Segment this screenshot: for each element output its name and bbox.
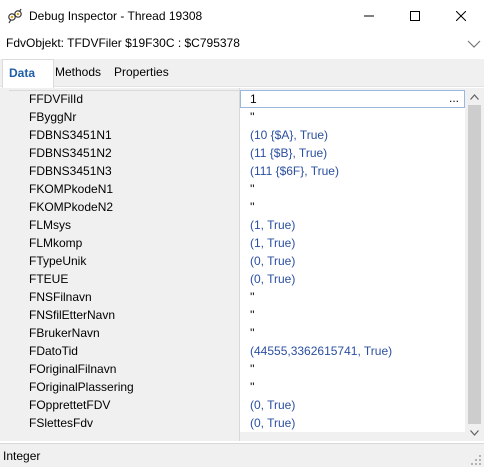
field-value[interactable]: (10 {$A}, True) (240, 126, 465, 144)
table-row[interactable]: FDBNS3451N1 (10 {$A}, True) (9, 126, 465, 144)
field-value[interactable]: (0, True) (240, 252, 465, 270)
status-type: Integer (3, 449, 41, 463)
field-name[interactable]: FByggNr (9, 108, 239, 126)
table-row[interactable]: FKOMPkodeN1 '' (9, 180, 465, 198)
field-name[interactable]: FKOMPkodeN1 (9, 180, 239, 198)
field-value[interactable]: (111 {$6F}, True) (240, 162, 465, 180)
field-value[interactable]: (1, True) (240, 216, 465, 234)
vertical-scrollbar[interactable] (465, 88, 484, 441)
grid-rows: FFDVFilId 1 ... FByggNr '' FDBNS3451N1 (… (9, 90, 465, 432)
field-value-editor[interactable]: 1 ... (240, 90, 465, 108)
field-value[interactable]: '' (240, 288, 465, 306)
resize-grip-icon[interactable] (470, 454, 482, 466)
field-name[interactable]: FNSFilnavn (9, 288, 239, 306)
field-value[interactable]: '' (240, 198, 465, 216)
field-value[interactable]: '' (240, 324, 465, 342)
tab-properties[interactable]: Properties (108, 59, 175, 86)
table-row[interactable]: FNSfilEtterNavn '' (9, 306, 465, 324)
minimize-icon (364, 15, 374, 16)
table-row[interactable]: FByggNr '' (9, 108, 465, 126)
field-name[interactable]: FTypeUnik (9, 252, 239, 270)
debug-inspector-icon[interactable] (7, 8, 23, 24)
table-row[interactable]: FTypeUnik (0, True) (9, 252, 465, 270)
field-name[interactable]: FBrukerNavn (9, 324, 239, 342)
table-row[interactable]: FDatoTid (44555,3362615741, True) (9, 342, 465, 360)
field-name[interactable]: FLMsys (9, 216, 239, 234)
scroll-up-button[interactable] (465, 88, 484, 105)
close-button[interactable] (438, 0, 484, 31)
table-row[interactable]: FLMkomp (1, True) (9, 234, 465, 252)
inspector-tabs: Data Methods Properties (0, 59, 484, 88)
table-row[interactable]: FSlettesFdv (0, True) (9, 414, 465, 432)
field-name[interactable]: FOriginalPlassering (9, 378, 239, 396)
chevron-down-icon (470, 429, 479, 436)
table-row[interactable]: FBrukerNavn '' (9, 324, 465, 342)
debug-inspector-window: Debug Inspector - Thread 19308 FdvObjekt… (0, 0, 484, 467)
field-name[interactable]: FSlettesFdv (9, 414, 239, 432)
field-name[interactable]: FTEUE (9, 270, 239, 288)
chevron-up-icon (470, 93, 479, 100)
field-name[interactable]: FFDVFilId (9, 90, 239, 108)
field-value[interactable]: (11 {$B}, True) (240, 144, 465, 162)
field-name[interactable]: FDatoTid (9, 342, 239, 360)
field-value[interactable]: '' (240, 360, 465, 378)
scroll-down-button[interactable] (465, 424, 484, 441)
grid-gutter (0, 88, 9, 441)
field-value[interactable]: 1 (250, 92, 257, 106)
status-bar: Integer (0, 443, 484, 467)
field-value[interactable]: (0, True) (240, 396, 465, 414)
field-value[interactable]: '' (240, 108, 465, 126)
object-header[interactable]: FdvObjekt: TFDVFiler $19F30C : $C795378 (0, 31, 484, 55)
ellipsis-button[interactable]: ... (446, 92, 462, 106)
field-name[interactable]: FNSfilEtterNavn (9, 306, 239, 324)
maximize-button[interactable] (392, 0, 438, 31)
table-row[interactable]: FOriginalFilnavn '' (9, 360, 465, 378)
minimize-button[interactable] (346, 0, 392, 31)
close-icon (456, 10, 466, 21)
object-label: FdvObjekt: TFDVFiler $19F30C : $C795378 (6, 36, 240, 50)
table-row[interactable]: FLMsys (1, True) (9, 216, 465, 234)
scrollbar-thumb[interactable] (468, 105, 481, 424)
field-value[interactable]: (0, True) (240, 270, 465, 288)
field-name[interactable]: FLMkomp (9, 234, 239, 252)
field-value[interactable]: (1, True) (240, 234, 465, 252)
field-value[interactable]: (44555,3362615741, True) (240, 342, 465, 360)
field-name[interactable]: FOpprettetFDV (9, 396, 239, 414)
field-name[interactable]: FDBNS3451N2 (9, 144, 239, 162)
table-row[interactable]: FKOMPkodeN2 '' (9, 198, 465, 216)
maximize-icon (410, 10, 420, 21)
tab-data[interactable]: Data (2, 59, 54, 88)
table-row[interactable]: FDBNS3451N3 (111 {$6F}, True) (9, 162, 465, 180)
field-value[interactable]: '' (240, 180, 465, 198)
field-value[interactable]: '' (240, 378, 465, 396)
field-name[interactable]: FDBNS3451N3 (9, 162, 239, 180)
table-row[interactable]: FOriginalPlassering '' (9, 378, 465, 396)
table-row[interactable]: FFDVFilId 1 ... (9, 90, 465, 108)
field-name[interactable]: FKOMPkodeN2 (9, 198, 239, 216)
field-value[interactable]: '' (240, 306, 465, 324)
window-title: Debug Inspector - Thread 19308 (29, 9, 203, 23)
field-value[interactable]: (0, True) (240, 414, 465, 432)
table-row[interactable]: FNSFilnavn '' (9, 288, 465, 306)
tab-methods[interactable]: Methods (49, 59, 107, 86)
field-name[interactable]: FDBNS3451N1 (9, 126, 239, 144)
table-row[interactable]: FDBNS3451N2 (11 {$B}, True) (9, 144, 465, 162)
field-name[interactable]: FOriginalFilnavn (9, 360, 239, 378)
table-row[interactable]: FTEUE (0, True) (9, 270, 465, 288)
chevron-down-icon[interactable] (467, 38, 481, 48)
table-row[interactable]: FOpprettetFDV (0, True) (9, 396, 465, 414)
title-bar[interactable]: Debug Inspector - Thread 19308 (0, 0, 484, 31)
data-grid: FFDVFilId 1 ... FByggNr '' FDBNS3451N1 (… (0, 88, 484, 441)
